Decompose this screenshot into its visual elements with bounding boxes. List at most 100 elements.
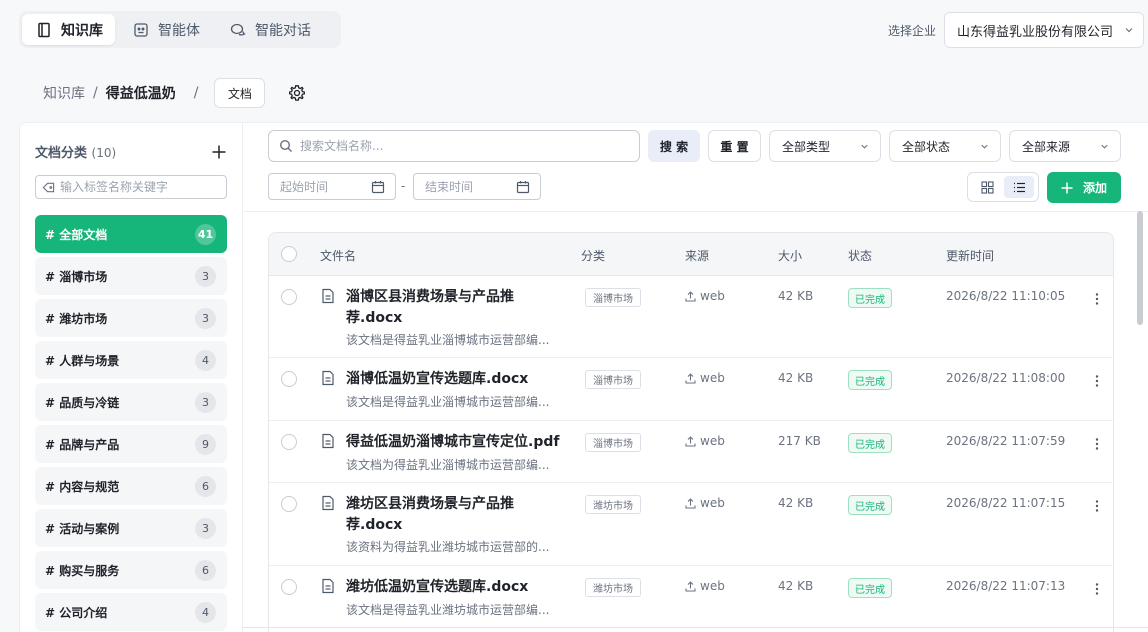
add-category-icon[interactable] <box>211 144 227 160</box>
file-name[interactable]: 得益低温奶淄博城市宣传定位.pdf <box>346 432 564 453</box>
chat-icon <box>230 23 246 36</box>
category-label: # 品牌与产品 <box>45 437 120 452</box>
company-select[interactable]: 山东得益乳业股份有限公司 <box>944 12 1144 48</box>
category-count-badge: 9 <box>195 433 216 455</box>
table-row[interactable]: 淄博区县消费场景与产品推荐.docx 该文档是得益乳业淄博城市运营部编... 淄博市… <box>269 276 1113 358</box>
category-item[interactable]: # 潍坊市场 3 <box>35 299 227 337</box>
company-label: 选择企业 <box>887 23 936 38</box>
source-cell: web <box>685 434 725 448</box>
more-options-icon[interactable] <box>1090 292 1104 306</box>
table-body: 淄博区县消费场景与产品推荐.docx 该文档是得益乳业淄博城市运营部编... 淄博市… <box>269 276 1113 628</box>
updated-time: 2026/8/22 11:08:00 <box>946 371 1066 385</box>
row-checkbox[interactable] <box>281 579 297 595</box>
grid-view-button[interactable] <box>972 176 1002 198</box>
category-label: # 购买与服务 <box>45 563 120 578</box>
upload-icon <box>685 435 696 447</box>
header-source: 来源 <box>685 249 710 263</box>
category-label: # 淄博市场 <box>45 269 108 284</box>
size-cell: 42 KB <box>778 289 814 303</box>
view-toggle <box>967 172 1039 202</box>
status-badge: 已完成 <box>848 288 892 308</box>
add-document-button[interactable]: 添加 <box>1047 172 1121 203</box>
search-icon <box>279 139 292 152</box>
plus-icon <box>1061 182 1073 193</box>
table-header: 文件名 分类 来源 大小 状态 更新时间 <box>269 233 1113 276</box>
category-item[interactable]: # 淄博市场 3 <box>35 257 227 295</box>
status-select-value: 全部状态 <box>902 139 951 154</box>
documents-chip[interactable]: 文档 <box>214 78 266 108</box>
category-title: 文档分类 (10) <box>35 146 117 161</box>
category-badge: 淄博市场 <box>585 288 641 307</box>
more-options-icon[interactable] <box>1090 374 1104 388</box>
header-status: 状态 <box>848 249 873 263</box>
category-item[interactable]: # 购买与服务 6 <box>35 551 227 589</box>
add-document-label: 添加 <box>1082 181 1107 195</box>
category-item[interactable]: # 人群与场景 4 <box>35 341 227 379</box>
header-size: 大小 <box>778 249 803 263</box>
end-date-field[interactable]: 结束时间 <box>413 173 541 200</box>
chevron-down-icon <box>861 144 868 149</box>
upload-icon <box>685 372 696 384</box>
reset-button[interactable]: 重 置 <box>708 130 761 162</box>
status-select[interactable]: 全部状态 <box>889 130 1001 162</box>
row-checkbox[interactable] <box>281 434 297 450</box>
file-description: 该资料为得益乳业潍坊城市运营部的... <box>346 540 550 554</box>
source-select[interactable]: 全部来源 <box>1009 130 1121 162</box>
file-name[interactable]: 淄博区县消费场景与产品推荐.docx <box>346 287 564 329</box>
gear-icon[interactable] <box>288 84 306 102</box>
file-name[interactable]: 潍坊区县消费场景与产品推荐.docx <box>346 494 564 536</box>
breadcrumb: 知识库 / 得益低温奶 / 文档 <box>43 78 306 108</box>
category-item[interactable]: # 全部文档 41 <box>35 215 227 253</box>
category-item[interactable]: # 活动与案例 3 <box>35 509 227 547</box>
select-all-checkbox[interactable] <box>281 246 297 262</box>
category-item[interactable]: # 品牌与产品 9 <box>35 425 227 463</box>
category-count-badge: 3 <box>195 265 216 287</box>
start-date-placeholder: 起始时间 <box>280 180 329 194</box>
company-value: 山东得益乳业股份有限公司 <box>957 24 1114 40</box>
category-item[interactable]: # 内容与规范 6 <box>35 467 227 505</box>
table-row[interactable]: 得益低温奶淄博城市宣传定位.pdf 该文档为得益乳业淄博城市运营部编... 淄博市场… <box>269 421 1113 483</box>
tab-agents[interactable]: 智能体 <box>119 14 212 45</box>
type-select[interactable]: 全部类型 <box>769 130 881 162</box>
file-name[interactable]: 淄博低温奶宣传选题库.docx <box>346 369 564 390</box>
document-search-input[interactable] <box>300 139 620 153</box>
more-options-icon[interactable] <box>1090 582 1104 596</box>
table-row[interactable]: 潍坊区县消费场景与产品推荐.docx 该资料为得益乳业潍坊城市运营部的... 潍坊市… <box>269 483 1113 566</box>
document-search-field[interactable] <box>268 130 640 162</box>
tab-knowledge-base[interactable]: 知识库 <box>22 14 115 45</box>
start-date-field[interactable]: 起始时间 <box>268 173 396 200</box>
category-count-badge: 6 <box>195 475 216 497</box>
status-badge: 已完成 <box>848 370 892 390</box>
table-row[interactable]: 淄博低温奶宣传选题库.docx 该文档是得益乳业淄博城市运营部编... 淄博市场 we… <box>269 358 1113 421</box>
scrollbar[interactable] <box>1137 211 1143 325</box>
category-label: # 活动与案例 <box>45 521 120 536</box>
row-checkbox[interactable] <box>281 371 297 387</box>
category-badge: 潍坊市场 <box>585 578 641 597</box>
category-count-badge: 4 <box>195 349 216 371</box>
category-label: # 全部文档 <box>45 227 108 242</box>
search-button[interactable]: 搜 索 <box>648 130 700 162</box>
upload-icon <box>685 497 696 509</box>
type-select-value: 全部类型 <box>782 139 831 154</box>
row-checkbox[interactable] <box>281 289 297 305</box>
more-options-icon[interactable] <box>1090 437 1104 451</box>
document-icon <box>322 578 334 594</box>
category-badge: 淄博市场 <box>585 370 641 389</box>
table-row[interactable]: 潍坊低温奶宣传选题库.docx 该文档是得益乳业潍坊城市运营部编... 潍坊市场 we… <box>269 566 1113 628</box>
tag-search-field[interactable] <box>35 175 227 199</box>
source-cell: web <box>685 496 725 510</box>
tab-chat[interactable]: 智能对话 <box>216 14 323 45</box>
source-value: web <box>700 289 725 303</box>
company-selector-area: 选择企业 山东得益乳业股份有限公司 <box>888 12 1144 48</box>
category-count-badge: 6 <box>195 559 216 581</box>
list-view-button[interactable] <box>1004 176 1034 198</box>
more-options-icon[interactable] <box>1090 499 1104 513</box>
row-checkbox[interactable] <box>281 496 297 512</box>
category-item[interactable]: # 公司介绍 4 <box>35 593 227 631</box>
tag-search-input[interactable] <box>60 180 220 194</box>
file-name[interactable]: 潍坊低温奶宣传选题库.docx <box>346 577 564 598</box>
category-item[interactable]: # 品质与冷链 3 <box>35 383 227 421</box>
document-icon <box>322 288 334 304</box>
list-icon <box>1013 182 1025 192</box>
breadcrumb-root[interactable]: 知识库 <box>43 83 85 103</box>
